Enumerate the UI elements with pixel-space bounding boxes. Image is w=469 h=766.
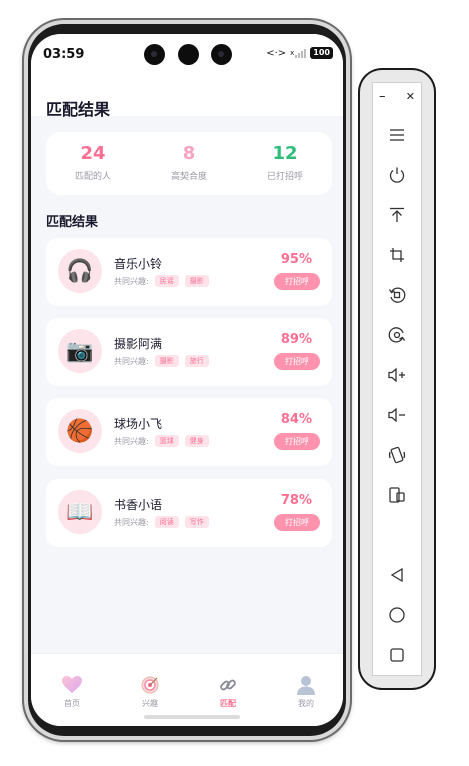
interest-label: 共同兴趣: xyxy=(114,356,149,366)
headphones-icon: 🎧 xyxy=(66,258,94,284)
stat-greeted: 12 已打招呼 xyxy=(240,143,330,183)
interest-tag: 旅行 xyxy=(184,355,209,367)
minimize-icon[interactable]: – xyxy=(379,89,386,104)
network-type-label: x xyxy=(290,49,295,57)
stat-label: 匹配的人 xyxy=(74,172,111,182)
match-card[interactable]: 📖 书香小语 共同兴趣: 阅读 写作 78% 打招呼 xyxy=(46,479,332,547)
match-name: 球场小飞 xyxy=(114,417,163,431)
tab-label: 首页 xyxy=(64,699,80,708)
link-icon xyxy=(198,674,258,696)
emulator-toolbar: – ✕ xyxy=(360,70,434,688)
stat-label: 已打招呼 xyxy=(266,172,303,182)
status-icons: <·> x 100 xyxy=(266,47,333,59)
close-icon[interactable]: ✕ xyxy=(406,90,415,103)
home-icon[interactable] xyxy=(373,603,421,627)
app-header: 匹配结果 xyxy=(31,70,343,119)
stat-label: 高契合度 xyxy=(170,172,207,182)
phone-screen: 03:59 <·> x 100 匹配结果 24 匹配的人 8 高契合度 12 已… xyxy=(31,34,343,726)
menu-icon[interactable] xyxy=(373,123,421,147)
avatar: 📖 xyxy=(58,490,102,534)
screenshot-icon[interactable] xyxy=(373,483,421,507)
match-name: 书香小语 xyxy=(114,498,163,512)
shared-interests: 共同兴趣: 阅读 写作 xyxy=(114,516,209,528)
match-card[interactable]: 🎧 音乐小铃 共同兴趣: 民谣 摄影 95% 打招呼 xyxy=(46,238,332,306)
avatar: 🏀 xyxy=(58,409,102,453)
interest-label: 共同兴趣: xyxy=(114,276,149,286)
bottom-tab-bar: 首页 兴趣 匹配 我的 xyxy=(31,653,343,726)
status-time: 03:59 xyxy=(43,47,85,62)
greet-button[interactable]: 打招呼 xyxy=(274,273,320,290)
stat-matched: 24 匹配的人 xyxy=(48,143,138,183)
home-indicator xyxy=(144,715,240,719)
tab-match[interactable]: 匹配 xyxy=(198,674,258,709)
avatar: 📷 xyxy=(58,329,102,373)
match-card[interactable]: 📷 摄影阿满 共同兴趣: 摄影 旅行 89% 打招呼 xyxy=(46,318,332,386)
recents-icon[interactable] xyxy=(373,643,421,667)
signal-icon xyxy=(295,48,307,58)
tab-home[interactable]: 首页 xyxy=(42,674,102,709)
phone-bezel: 03:59 <·> x 100 匹配结果 24 匹配的人 8 高契合度 12 已… xyxy=(28,24,346,736)
shared-interests: 共同兴趣: 篮球 健身 xyxy=(114,435,209,447)
basketball-icon: 🏀 xyxy=(66,418,94,444)
camera-lens-icon xyxy=(178,44,199,65)
user-icon xyxy=(276,674,336,696)
phone-frame: 03:59 <·> x 100 匹配结果 24 匹配的人 8 高契合度 12 已… xyxy=(24,20,350,740)
stat-value: 8 xyxy=(182,143,196,164)
avatar: 🎧 xyxy=(58,249,102,293)
page-title: 匹配结果 xyxy=(46,100,111,119)
stat-value: 24 xyxy=(80,143,106,164)
heart-icon xyxy=(42,674,102,696)
rotate-right-icon[interactable] xyxy=(373,323,421,347)
section-title: 匹配结果 xyxy=(46,215,99,230)
volume-up-icon[interactable] xyxy=(373,363,421,387)
interest-tag: 摄影 xyxy=(154,355,179,367)
match-name: 摄影阿满 xyxy=(114,337,163,351)
camera-lens-icon xyxy=(144,44,165,65)
camera-lens-icon xyxy=(211,44,232,65)
battery-icon: 100 xyxy=(310,47,333,59)
shared-interests: 共同兴趣: 民谣 摄影 xyxy=(114,275,209,287)
stat-high-fit: 8 高契合度 xyxy=(144,143,234,183)
greet-button[interactable]: 打招呼 xyxy=(274,514,320,531)
interest-label: 共同兴趣: xyxy=(114,436,149,446)
crop-icon[interactable] xyxy=(373,243,421,267)
greet-button[interactable]: 打招呼 xyxy=(274,353,320,370)
match-percent: 84% xyxy=(280,412,312,427)
interest-tag: 健身 xyxy=(184,435,209,447)
match-name: 音乐小铃 xyxy=(114,257,163,271)
network-icon: <·> xyxy=(266,47,287,59)
match-percent: 78% xyxy=(280,493,312,508)
stat-value: 12 xyxy=(272,143,298,164)
interest-tag: 阅读 xyxy=(154,516,179,528)
tab-interests[interactable]: 兴趣 xyxy=(120,674,180,709)
interest-label: 共同兴趣: xyxy=(114,517,149,527)
emulator-toolbar-panel: – ✕ xyxy=(372,82,422,676)
tab-label: 兴趣 xyxy=(142,699,158,708)
match-percent: 89% xyxy=(280,332,312,347)
camera-icon: 📷 xyxy=(66,338,94,364)
match-percent: 95% xyxy=(280,252,312,267)
interest-tag: 摄影 xyxy=(184,275,209,287)
shake-icon[interactable] xyxy=(373,443,421,467)
tab-profile[interactable]: 我的 xyxy=(276,674,336,709)
interest-tag: 篮球 xyxy=(154,435,179,447)
book-icon: 📖 xyxy=(66,499,94,525)
back-icon[interactable] xyxy=(373,563,421,587)
stats-card: 24 匹配的人 8 高契合度 12 已打招呼 xyxy=(46,132,332,195)
install-apk-icon[interactable] xyxy=(373,203,421,227)
power-icon[interactable] xyxy=(373,163,421,187)
tab-label: 我的 xyxy=(298,699,314,708)
greet-button[interactable]: 打招呼 xyxy=(274,433,320,450)
shared-interests: 共同兴趣: 摄影 旅行 xyxy=(114,355,209,367)
interest-tag: 民谣 xyxy=(154,275,179,287)
interest-tag: 写作 xyxy=(184,516,209,528)
status-bar: 03:59 <·> x 100 xyxy=(31,34,343,70)
volume-down-icon[interactable] xyxy=(373,403,421,427)
rotate-left-icon[interactable] xyxy=(373,283,421,307)
target-icon xyxy=(120,674,180,696)
tab-label: 匹配 xyxy=(220,699,236,708)
match-card[interactable]: 🏀 球场小飞 共同兴趣: 篮球 健身 84% 打招呼 xyxy=(46,398,332,466)
